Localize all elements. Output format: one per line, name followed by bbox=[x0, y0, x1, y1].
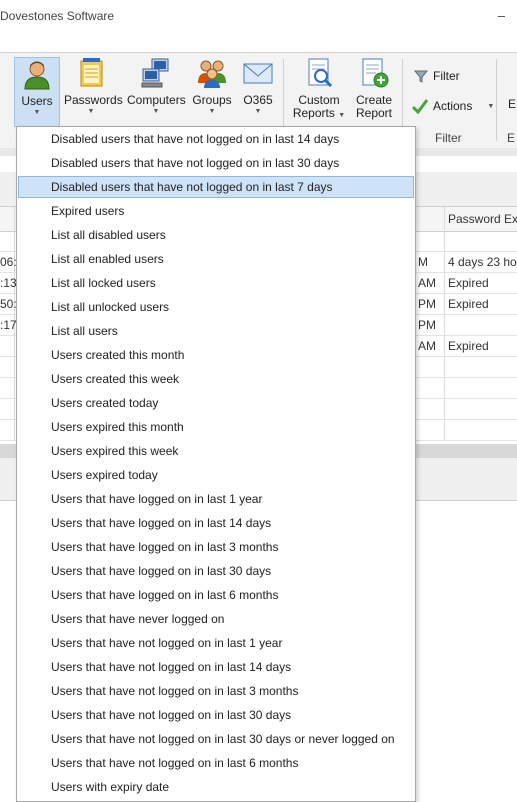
custom-reports-button[interactable]: Custom Reports ▼ bbox=[291, 57, 347, 121]
menu-item[interactable]: Users created today bbox=[18, 392, 414, 414]
menu-item[interactable]: Users with expiry date bbox=[18, 776, 414, 798]
cell-time: :17 bbox=[0, 318, 17, 332]
ribbon-separator bbox=[496, 59, 497, 141]
o365-label: O365 bbox=[243, 93, 273, 107]
chevron-down-icon: ▼ bbox=[87, 108, 95, 115]
menu-item[interactable]: Users that have not logged on in last 30… bbox=[18, 728, 414, 750]
menu-item[interactable]: List all enabled users bbox=[18, 248, 414, 270]
cell-ampm: PM bbox=[418, 318, 436, 332]
custom-reports-label-2: Reports bbox=[292, 106, 335, 120]
chevron-down-icon: ▼ bbox=[152, 108, 160, 115]
group-icon bbox=[198, 60, 226, 88]
column-header-password-expiry[interactable]: Password Expi bbox=[448, 212, 517, 226]
actions-button[interactable]: Actions ▼ bbox=[412, 98, 494, 114]
cell-ampm: AM bbox=[418, 339, 436, 353]
menu-item[interactable]: Expired users bbox=[18, 200, 414, 222]
actions-label: Actions bbox=[433, 99, 473, 113]
cell-password-expiry: Expired bbox=[448, 297, 489, 311]
partial-ribbon-label: E bbox=[507, 97, 516, 111]
menu-item[interactable]: Users created this month bbox=[18, 344, 414, 366]
cell-password-expiry: Expired bbox=[448, 339, 489, 353]
menu-item[interactable]: List all locked users bbox=[18, 272, 414, 294]
user-icon bbox=[24, 61, 50, 90]
envelope-icon bbox=[243, 63, 273, 84]
chevron-down-icon: ▼ bbox=[338, 112, 346, 119]
menu-item[interactable]: Users that have logged on in last 3 mont… bbox=[18, 536, 414, 558]
cell-password-expiry: 4 days 23 hou bbox=[448, 255, 517, 269]
ribbon-group-label: Filter bbox=[435, 131, 462, 145]
minimize-button[interactable]: – bbox=[498, 8, 505, 23]
funnel-icon bbox=[414, 70, 428, 83]
create-report-label-2: Report bbox=[355, 106, 393, 120]
menu-item[interactable]: Users that have not logged on in last 30… bbox=[18, 704, 414, 726]
cell-time: 06: bbox=[0, 255, 17, 269]
menu-item[interactable]: Users that have not logged on in last 1 … bbox=[18, 632, 414, 654]
title-bar: Dovestones Software – bbox=[0, 0, 517, 52]
menu-item[interactable]: List all disabled users bbox=[18, 224, 414, 246]
menu-item[interactable]: Disabled users that have not logged on i… bbox=[18, 176, 414, 198]
cell-ampm: PM bbox=[418, 297, 436, 311]
passwords-label: Passwords bbox=[64, 93, 123, 107]
o365-button[interactable]: O365 ▼ bbox=[240, 57, 276, 117]
cell-time: :13 bbox=[0, 276, 17, 290]
cell-password-expiry: Expired bbox=[448, 276, 489, 290]
cell-ampm: M bbox=[418, 255, 428, 269]
menu-item[interactable]: Users expired this week bbox=[18, 440, 414, 462]
chevron-down-icon: ▼ bbox=[254, 108, 262, 115]
partial-group-label: E bbox=[507, 131, 516, 145]
menu-item[interactable]: Users that have not logged on in last 3 … bbox=[18, 680, 414, 702]
menu-item[interactable]: Users created this week bbox=[18, 368, 414, 390]
users-button[interactable]: Users ▼ bbox=[14, 57, 60, 127]
groups-label: Groups bbox=[192, 93, 232, 107]
chevron-down-icon: ▼ bbox=[33, 109, 41, 116]
chevron-down-icon: ▼ bbox=[208, 108, 216, 115]
checkmark-icon bbox=[412, 99, 428, 114]
computers-button[interactable]: Computers ▼ bbox=[127, 57, 186, 117]
menu-item[interactable]: Users that have not logged on in last 14… bbox=[18, 656, 414, 678]
chevron-down-icon: ▼ bbox=[487, 102, 495, 110]
filter-button[interactable]: Filter bbox=[414, 69, 460, 83]
menu-item[interactable]: Users that have logged on in last 14 day… bbox=[18, 512, 414, 534]
app-title: Dovestones Software bbox=[0, 9, 115, 23]
filter-label: Filter bbox=[433, 69, 460, 83]
partial-ribbon-button[interactable]: E bbox=[506, 97, 517, 111]
menu-item[interactable]: Disabled users that have not logged on i… bbox=[18, 152, 414, 174]
computers-icon bbox=[141, 58, 169, 88]
create-report-icon bbox=[362, 58, 389, 88]
menu-item[interactable]: Users that have logged on in last 1 year bbox=[18, 488, 414, 510]
menu-item[interactable]: List all users bbox=[18, 320, 414, 342]
create-report-button[interactable]: Create Report bbox=[353, 57, 395, 120]
menu-item[interactable]: Users expired today bbox=[18, 464, 414, 486]
menu-item[interactable]: List all unlocked users bbox=[18, 296, 414, 318]
menu-item[interactable]: Users that have not logged on in last 6 … bbox=[18, 752, 414, 774]
menu-item[interactable]: Users that have logged on in last 6 mont… bbox=[18, 584, 414, 606]
menu-item[interactable]: Disabled users that have not logged on i… bbox=[18, 128, 414, 150]
custom-reports-icon bbox=[308, 58, 333, 88]
menu-item[interactable]: Users that have never logged on bbox=[18, 608, 414, 630]
users-label: Users bbox=[21, 94, 53, 108]
cell-time: 50: bbox=[0, 297, 17, 311]
computers-label: Computers bbox=[127, 93, 186, 107]
users-dropdown-menu: Disabled users that have not logged on i… bbox=[16, 126, 416, 802]
menu-item[interactable]: Users expired this month bbox=[18, 416, 414, 438]
groups-button[interactable]: Groups ▼ bbox=[192, 57, 232, 117]
menu-item[interactable]: Users that have logged on in last 30 day… bbox=[18, 560, 414, 582]
notepad-icon bbox=[80, 58, 103, 87]
cell-ampm: AM bbox=[418, 276, 436, 290]
passwords-button[interactable]: Passwords ▼ bbox=[64, 57, 123, 117]
